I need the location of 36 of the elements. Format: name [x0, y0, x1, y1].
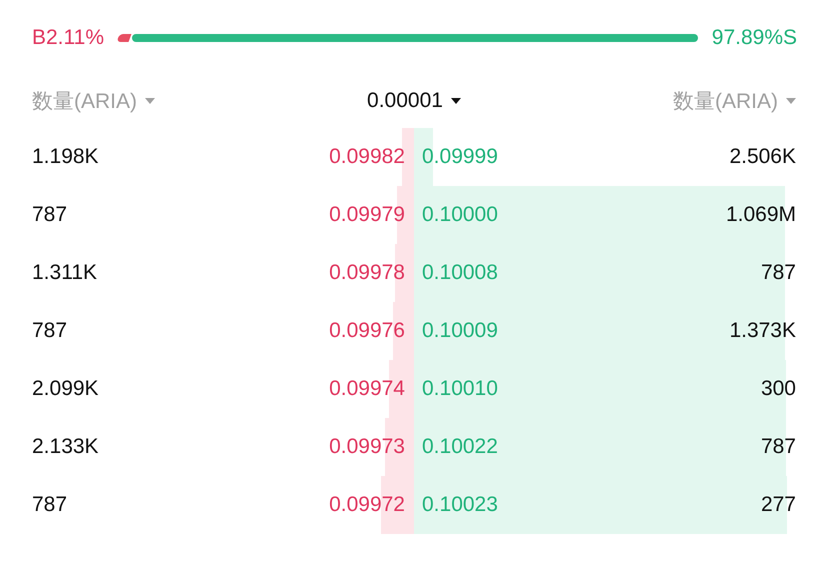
ask-price: 0.10008	[422, 261, 498, 285]
precision-dropdown[interactable]: 0.00001	[367, 89, 461, 113]
caret-icon	[786, 98, 796, 104]
sell-ratio: 97.89%S	[712, 26, 797, 50]
ask-quantity: 787	[760, 261, 796, 285]
bid-price: 0.09973	[329, 435, 405, 459]
bid-quantity: 2.133K	[32, 435, 99, 459]
ask-price: 0.10000	[422, 203, 498, 227]
ask-quantity: 277	[760, 493, 796, 517]
ask-quantity: 787	[760, 435, 796, 459]
caret-icon	[450, 98, 461, 104]
ask-price: 0.10009	[422, 319, 498, 343]
ask-quantity: 1.069M	[726, 203, 796, 227]
ask-quantity-dropdown[interactable]: 数量(ARIA)	[673, 87, 796, 115]
ask-price: 0.10023	[422, 493, 498, 517]
ask-price: 0.09999	[422, 145, 498, 169]
ask-quantity: 300	[760, 377, 796, 401]
bid-price: 0.09979	[329, 203, 405, 227]
bid-price: 0.09978	[329, 261, 405, 285]
ask-price: 0.10022	[422, 435, 498, 459]
bid-price: 0.09976	[329, 319, 405, 343]
caret-icon	[145, 98, 155, 104]
bid-price: 0.09982	[329, 145, 405, 169]
ask-quantity: 1.373K	[729, 319, 796, 343]
bid-quantity: 787	[32, 493, 68, 517]
bid-price: 0.09974	[329, 377, 405, 401]
bid-quantity: 787	[32, 203, 68, 227]
ask-quantity: 2.506K	[729, 145, 796, 169]
ask-price: 0.10010	[422, 377, 498, 401]
bid-price: 0.09972	[329, 493, 405, 517]
bid-quantity-dropdown[interactable]: 数量(ARIA)	[32, 87, 155, 115]
bid-quantity: 1.311K	[32, 261, 97, 285]
buy-ratio: B2.11%	[32, 26, 104, 50]
bid-quantity: 787	[32, 319, 68, 343]
bid-quantity: 1.198K	[32, 145, 99, 169]
bid-quantity: 2.099K	[32, 377, 99, 401]
